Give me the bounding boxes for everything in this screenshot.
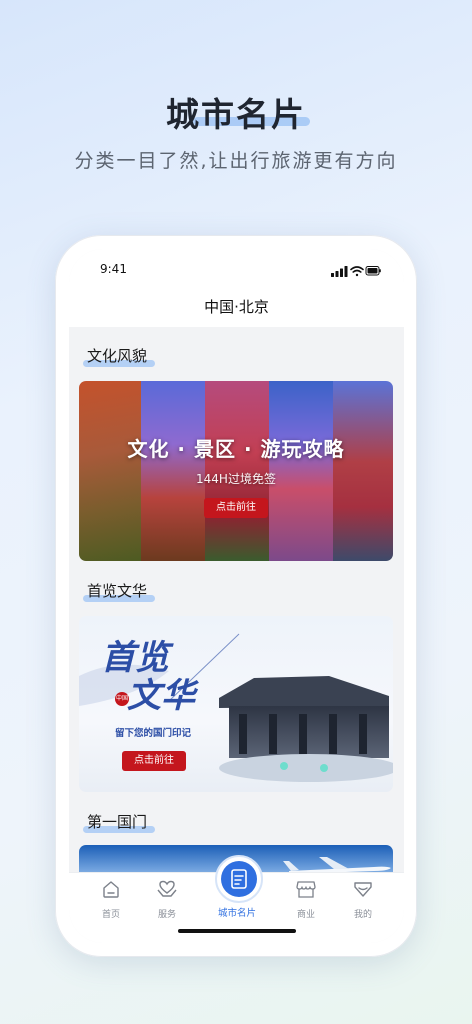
culture-banner[interactable]: 文化 · 景区 · 游玩攻略 144H过境免签 点击前往 [79, 381, 393, 561]
signal-icon [331, 266, 348, 277]
home-icon [103, 881, 119, 898]
battery-icon [365, 266, 381, 276]
banner-subtitle: 144H过境免签 [196, 472, 276, 486]
city-card-icon [231, 869, 247, 889]
section-title-culture: 文化风貌 [87, 347, 148, 365]
promo-subtitle: 分类一目了然,让出行旅游更有方向 [74, 150, 398, 172]
wifi-icon [350, 266, 364, 277]
tab-business[interactable]: 商业 [276, 879, 336, 920]
banner-calligraphy-line2: 文华 [127, 676, 195, 716]
status-bar: 9:41 [69, 249, 404, 293]
promo-title: 城市名片 [166, 95, 306, 134]
tab-label-service: 服务 [157, 910, 176, 920]
section-title-first-gate: 第一国门 [87, 813, 148, 831]
china-seal: 中国 [115, 692, 129, 706]
tab-home[interactable]: 首页 [81, 879, 141, 920]
overview-banner[interactable]: 首览 文华 中国 留下您的国门印记 点击前往 [79, 616, 393, 792]
tab-label-business: 商业 [296, 910, 315, 920]
banner-title: 文化 · 景区 · 游玩攻略 [127, 437, 345, 461]
banner-subtitle: 留下您的国门印记 [115, 728, 192, 739]
tab-mine[interactable]: 我的 [333, 879, 393, 920]
section-title-overview: 首览文华 [87, 582, 148, 600]
heart-hands-icon [157, 880, 177, 897]
overview-go-button[interactable]: 点击前往 [122, 751, 186, 771]
tab-label-city-card: 城市名片 [217, 908, 256, 919]
status-icons [331, 266, 381, 277]
tab-label-home: 首页 [101, 910, 120, 920]
tab-label-mine: 我的 [353, 910, 372, 920]
center-circle [221, 861, 257, 897]
tab-service[interactable]: 服务 [137, 879, 197, 920]
culture-go-button[interactable]: 点击前往 [204, 498, 268, 518]
shop-icon [296, 881, 316, 898]
home-indicator [178, 929, 296, 933]
nav-bar: 中国·北京 [69, 293, 404, 327]
phone-screen: 9:41 中国·北京 文化风貌 文化 · 景区 · 游玩攻略 144H过境免签 … [69, 249, 404, 943]
profile-diamond-icon [354, 882, 372, 897]
status-time: 9:41 [100, 262, 127, 276]
city-title[interactable]: 中国·北京 [204, 298, 269, 316]
city-card-button[interactable] [215, 855, 263, 903]
